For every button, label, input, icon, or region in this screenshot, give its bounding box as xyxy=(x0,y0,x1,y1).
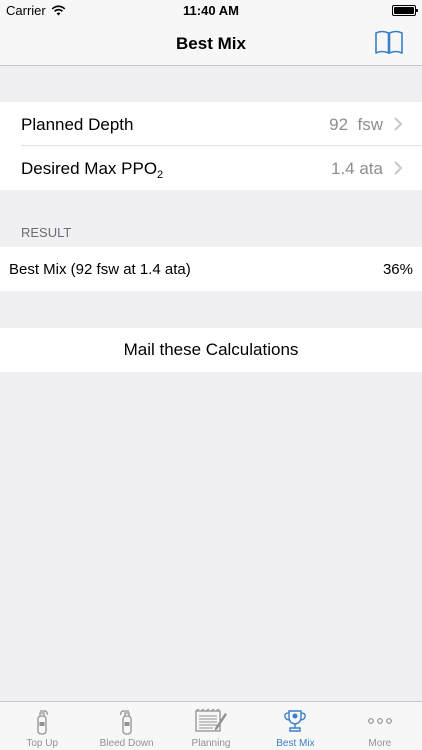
tab-bleed-down[interactable]: Bleed Down xyxy=(84,702,168,750)
tab-more[interactable]: More xyxy=(338,702,422,750)
navigation-bar: Best Mix xyxy=(0,22,422,66)
result-label: Best Mix (92 fsw at 1.4 ata) xyxy=(9,261,191,278)
result-row: Best Mix (92 fsw at 1.4 ata) 36% xyxy=(0,247,422,291)
planned-depth-row[interactable]: Planned Depth 92 fsw xyxy=(0,102,422,146)
inputs-group: Planned Depth 92 fsw Desired Max PPO2 1.… xyxy=(0,102,422,190)
chevron-right-icon xyxy=(394,117,403,131)
tab-best-mix[interactable]: Best Mix xyxy=(253,702,337,750)
status-bar: Carrier 11:40 AM xyxy=(0,0,422,22)
tab-planning[interactable]: Planning xyxy=(169,702,253,750)
notepad-icon xyxy=(195,708,228,732)
tab-more-label: More xyxy=(368,738,392,749)
tab-best-mix-label: Best Mix xyxy=(276,738,315,749)
status-time: 11:40 AM xyxy=(183,3,239,18)
planned-depth-label: Planned Depth xyxy=(21,115,134,134)
max-ppo2-value: 1.4 ata xyxy=(331,159,383,178)
max-ppo2-row[interactable]: Desired Max PPO2 1.4 ata xyxy=(0,146,422,190)
tank-icon xyxy=(37,710,48,735)
page-title: Best Mix xyxy=(176,34,246,53)
battery-icon xyxy=(392,5,418,16)
tab-top-up-label: Top Up xyxy=(26,738,59,749)
book-icon[interactable] xyxy=(374,29,404,57)
mail-group: Mail these Calculations xyxy=(0,328,422,372)
more-icon xyxy=(367,718,392,724)
max-ppo2-label-subscript: 2 xyxy=(157,169,164,181)
trophy-icon xyxy=(284,710,307,732)
tab-bleed-down-label: Bleed Down xyxy=(99,738,154,749)
result-section-header: RESULT xyxy=(21,225,72,240)
tab-bar: Top Up Bleed Down Planning Best Mix More xyxy=(0,701,422,750)
tab-top-up[interactable]: Top Up xyxy=(0,702,84,750)
result-value: 36% xyxy=(382,261,413,278)
tank-bleed-icon xyxy=(119,710,132,735)
chevron-right-icon xyxy=(394,161,403,175)
max-ppo2-label-text: Desired Max PPO xyxy=(21,159,158,178)
max-ppo2-label: Desired Max PPO2 xyxy=(21,159,163,181)
tab-planning-label: Planning xyxy=(191,738,231,749)
result-group: Best Mix (92 fsw at 1.4 ata) 36% xyxy=(0,247,422,291)
mail-calculations-button[interactable]: Mail these Calculations xyxy=(0,328,422,372)
planned-depth-value: 92 fsw xyxy=(329,115,383,134)
